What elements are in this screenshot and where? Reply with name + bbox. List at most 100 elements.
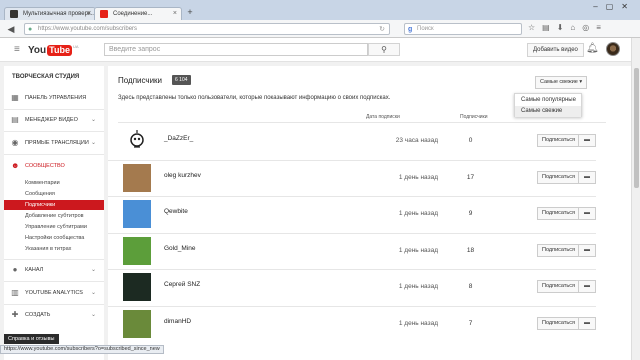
youtube-favicon-icon xyxy=(100,10,108,18)
message-icon: ▬ xyxy=(584,319,590,326)
search-button[interactable]: ⚲ xyxy=(368,43,400,56)
search-input[interactable]: Введите запрос xyxy=(104,43,368,56)
subscribe-button[interactable]: Подписаться xyxy=(537,316,580,330)
back-icon[interactable]: ◀ xyxy=(5,23,17,35)
sidebar-item-dashboard[interactable]: ▦ ПАНЕЛЬ УПРАВЛЕНИЯ xyxy=(4,91,104,105)
address-bar[interactable]: ● https://www.youtube.com/subscribers ↻ xyxy=(24,23,390,35)
subscriber-name[interactable]: Qewbite xyxy=(164,208,188,215)
browser-tab-1[interactable]: Мультиязычная проверк... × xyxy=(4,7,96,20)
subscriber-subs-count: 9 xyxy=(468,210,473,217)
subscribe-button[interactable]: Подписаться xyxy=(537,280,580,293)
message-button[interactable]: ▬ xyxy=(578,134,596,147)
subscriber-avatar[interactable] xyxy=(123,236,151,265)
live-stream-icon: ◉ xyxy=(11,138,19,147)
skull-avatar-icon xyxy=(130,130,144,148)
youtube-logo[interactable]: You Tube UA xyxy=(28,44,79,57)
chevron-down-icon: ⌄ xyxy=(90,267,96,273)
sidebar-item-live-streaming[interactable]: ◉ ПРЯМЫЕ ТРАНСЛЯЦИИ ⌄ xyxy=(4,136,104,150)
subscriber-name[interactable]: dimanHD xyxy=(164,318,191,325)
caret-down-icon: ▾ xyxy=(579,79,583,85)
sidebar-sub-messages[interactable]: Сообщения xyxy=(4,189,104,199)
window-controls[interactable]: –▢✕ xyxy=(593,2,636,11)
sidebar-item-channel[interactable]: ● КАНАЛ ⌄ xyxy=(4,263,104,277)
help-feedback-button[interactable]: Справка и отзывы xyxy=(4,334,59,344)
subscribe-button[interactable]: Подписаться xyxy=(537,134,580,147)
sidebar-sub-community-settings[interactable]: Настройки сообщества xyxy=(4,233,104,243)
message-icon: ▬ xyxy=(584,283,590,289)
subscriber-row: dimanHD 1 день назад 7 Подписаться ▬ xyxy=(118,307,606,343)
sort-option-popular[interactable]: Самые популярные xyxy=(515,95,581,106)
subscriber-row: _DaZzEr_ 23 часа назад 0 Подписаться ▬ xyxy=(118,124,606,160)
subscriber-subs-count: 18 xyxy=(466,246,475,254)
account-avatar[interactable] xyxy=(606,42,620,56)
browser-tab-bar: Мультиязычная проверк... × Соединение...… xyxy=(0,0,640,20)
chevron-down-icon: ⌄ xyxy=(90,117,96,123)
search-placeholder: Введите запрос xyxy=(109,46,161,53)
column-header-date: Дата подписки xyxy=(366,114,400,120)
sidebar-item-community[interactable]: ☻ СООБЩЕСТВО xyxy=(4,159,104,173)
browser-nav-bar: ◀ ● https://www.youtube.com/subscribers … xyxy=(0,20,640,38)
message-button[interactable]: ▬ xyxy=(578,316,596,330)
sidebar-sub-credits[interactable]: Указания в титрах xyxy=(4,244,104,254)
divider xyxy=(4,281,104,282)
logo-tube: Tube xyxy=(47,45,72,56)
subscriber-count-badge: 6 104 xyxy=(172,75,191,85)
divider xyxy=(4,131,104,132)
subscriber-name[interactable]: _DaZzEr_ xyxy=(164,135,193,142)
sort-dropdown-button[interactable]: Самые свежие ▾ xyxy=(535,76,588,89)
page-scrollbar[interactable] xyxy=(631,38,640,360)
video-manager-icon: ▤ xyxy=(11,115,19,124)
sidebar-item-create[interactable]: ✚ СОЗДАТЬ ⌄ xyxy=(4,308,104,322)
browser-search-placeholder: Поиск xyxy=(417,26,434,32)
sort-option-newest[interactable]: Самые свежие xyxy=(515,106,581,117)
browser-tab-2[interactable]: Соединение... × xyxy=(94,7,182,20)
sidebar-item-label: КАНАЛ xyxy=(25,267,44,273)
sidebar-item-video-manager[interactable]: ▤ МЕНЕДЖЕР ВИДЕО ⌄ xyxy=(4,113,104,127)
tab-close-icon[interactable]: × xyxy=(87,8,91,20)
subscriber-avatar[interactable] xyxy=(123,127,151,155)
sidebar-item-label: ПРЯМЫЕ ТРАНСЛЯЦИИ xyxy=(25,140,89,146)
subscriber-avatar[interactable] xyxy=(123,200,151,228)
subscriber-avatar[interactable] xyxy=(123,309,151,338)
dashboard-icon: ▦ xyxy=(11,93,19,102)
subscribe-button[interactable]: Подписаться xyxy=(537,207,580,220)
subscriber-name[interactable]: Gold_Mine xyxy=(164,245,195,252)
subscriber-subs-count: 17 xyxy=(466,173,475,181)
subscribers-panel: Подписчики 6 104 Самые свежие ▾ Здесь пр… xyxy=(108,66,631,360)
message-button[interactable]: ▬ xyxy=(578,207,596,220)
sidebar-sub-subscribers[interactable]: Подписчики xyxy=(4,200,104,210)
sidebar-item-label: ПАНЕЛЬ УПРАВЛЕНИЯ xyxy=(25,95,87,101)
subscribe-button[interactable]: Подписаться xyxy=(537,243,580,257)
message-button[interactable]: ▬ xyxy=(578,243,596,257)
channel-icon: ● xyxy=(12,265,18,274)
browser-search-input[interactable]: g Поиск xyxy=(404,23,522,35)
chevron-down-icon: ⌄ xyxy=(90,140,96,146)
subscribe-button[interactable]: Подписаться xyxy=(537,170,580,184)
message-button[interactable]: ▬ xyxy=(578,280,596,293)
sidebar-item-label: YOUTUBE ANALYTICS xyxy=(25,290,83,296)
logo-country: UA xyxy=(73,44,79,49)
subscriber-name[interactable]: Сергей SNZ xyxy=(164,281,200,288)
toolbar-icons[interactable]: ☆▤⬇⌂◎≡ xyxy=(528,23,608,32)
sidebar-sub-manage-subtitles[interactable]: Управление субтитрами xyxy=(4,222,104,232)
sidebar-sub-comments[interactable]: Комментарии xyxy=(4,178,104,188)
reload-icon[interactable]: ↻ xyxy=(379,24,385,35)
tab-close-icon[interactable]: × xyxy=(173,8,177,20)
sidebar-item-analytics[interactable]: ▥ YOUTUBE ANALYTICS ⌄ xyxy=(4,286,104,300)
new-tab-button[interactable]: + xyxy=(184,7,196,19)
subscriber-avatar[interactable] xyxy=(123,163,151,192)
search-icon: ⚲ xyxy=(381,45,387,54)
sidebar-sub-add-subtitles[interactable]: Добавление субтитров xyxy=(4,211,104,221)
message-icon: ▬ xyxy=(584,210,590,216)
create-icon: ✚ xyxy=(11,310,19,319)
notifications-bell-icon[interactable]: 🔔︎ xyxy=(586,43,599,54)
upload-video-button[interactable]: Добавить видео xyxy=(527,43,584,57)
tab-favicon-icon xyxy=(10,10,18,18)
tab-2-label: Соединение... xyxy=(113,11,153,17)
tab-1-label: Мультиязычная проверк... xyxy=(23,11,96,17)
subscriber-name[interactable]: oleg kurzhev xyxy=(164,172,201,179)
menu-icon[interactable]: ≡ xyxy=(14,45,20,55)
scrollbar-thumb[interactable] xyxy=(634,68,639,188)
subscriber-avatar[interactable] xyxy=(123,273,151,301)
message-button[interactable]: ▬ xyxy=(578,170,596,184)
